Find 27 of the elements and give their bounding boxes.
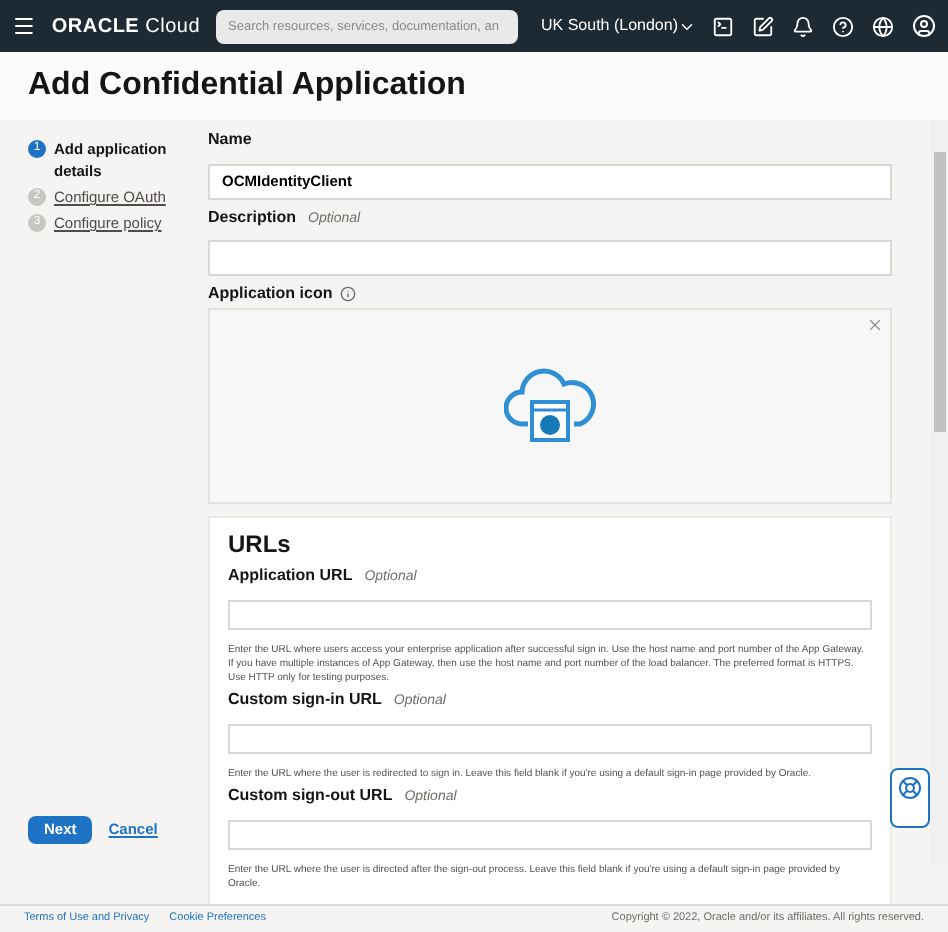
bell-icon[interactable]	[792, 15, 814, 37]
field-label: Name	[208, 130, 252, 150]
terminal-icon[interactable]	[712, 15, 734, 37]
scrollbar[interactable]	[930, 120, 948, 864]
page-title: Add Confidential Application	[28, 66, 466, 106]
menu-icon[interactable]	[12, 14, 36, 38]
description-field[interactable]	[208, 239, 892, 275]
cloud-app-icon	[504, 367, 596, 443]
url-field[interactable]	[228, 820, 872, 850]
lifebuoy-icon	[898, 776, 922, 800]
close-icon[interactable]	[866, 315, 884, 333]
globe-icon[interactable]	[872, 15, 894, 37]
edit-icon[interactable]	[752, 15, 774, 37]
field-label: Application URL	[228, 565, 353, 585]
brand-logo: ORACLE Cloud	[51, 13, 201, 41]
field-label: Application icon	[208, 283, 333, 303]
help-widget[interactable]	[890, 768, 930, 828]
field-label: Description	[208, 207, 297, 227]
region-selector[interactable]: UK South (London)	[541, 14, 696, 38]
url-field[interactable]	[228, 600, 872, 630]
field-label: Custom sign-out URL	[228, 785, 393, 805]
url-field[interactable]	[228, 724, 872, 754]
section-title: URLs	[228, 529, 293, 557]
field-label: Custom sign-in URL	[228, 689, 382, 709]
help-icon[interactable]	[832, 15, 854, 37]
user-icon[interactable]	[912, 14, 936, 38]
info-icon[interactable]	[340, 285, 357, 301]
